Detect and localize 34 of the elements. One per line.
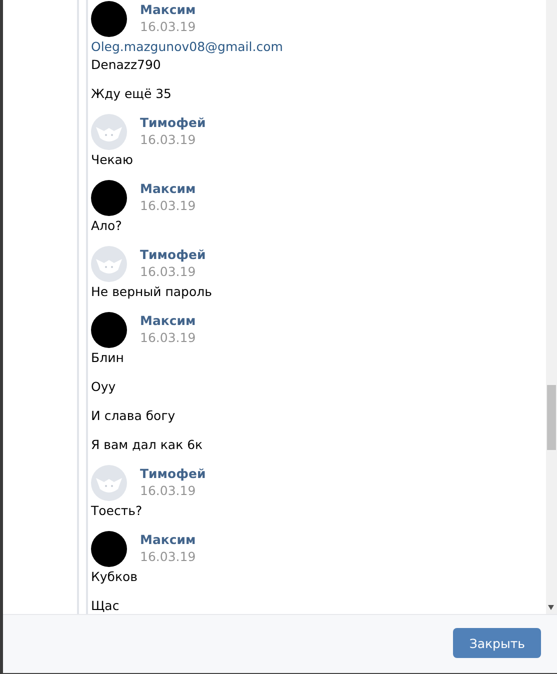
message-text: Не верный пароль xyxy=(91,283,212,301)
close-button[interactable]: Закрыть xyxy=(453,628,541,658)
avatar-icon[interactable] xyxy=(91,531,127,567)
scrollbar-thumb[interactable] xyxy=(547,385,556,450)
message-text: И слава богу xyxy=(91,407,176,425)
message-text: Ало? xyxy=(91,217,122,235)
message-date: 16.03.19 xyxy=(140,263,197,281)
message-text: Denazz790 xyxy=(91,56,161,74)
message-text: Кубков xyxy=(91,568,138,586)
scrollbar[interactable] xyxy=(546,0,557,614)
message-text: Чекаю xyxy=(91,151,133,169)
message-text: Я вам дал как 6к xyxy=(91,436,203,454)
email-link[interactable]: Oleg.mazgunov08@gmail.com xyxy=(91,38,283,56)
message-date: 16.03.19 xyxy=(140,18,196,36)
author-name[interactable]: Максим xyxy=(140,180,196,197)
author-name[interactable]: Максим xyxy=(140,531,196,548)
message-text: Блин xyxy=(91,349,124,367)
avatar-icon[interactable] xyxy=(91,1,127,37)
author-name[interactable]: Тимофей xyxy=(140,114,206,131)
avatar-icon[interactable] xyxy=(91,180,127,216)
message-text: Оуу xyxy=(91,378,116,396)
author-name[interactable]: Тимофей xyxy=(140,246,206,263)
message-date: 16.03.19 xyxy=(140,197,196,215)
message-date: 16.03.19 xyxy=(140,482,197,500)
author-name[interactable]: Максим xyxy=(140,1,196,18)
author-name[interactable]: Максим xyxy=(140,312,196,329)
author-name[interactable]: Тимофей xyxy=(140,465,206,482)
message-date: 16.03.19 xyxy=(140,131,197,149)
message-text: Щас xyxy=(91,597,120,614)
message-text: Тоесть? xyxy=(91,502,142,520)
avatar-icon[interactable] xyxy=(91,312,127,348)
message-date: 16.03.19 xyxy=(140,548,196,566)
message-text: Жду ещё 35 xyxy=(91,85,172,103)
message-date: 16.03.19 xyxy=(140,329,196,347)
